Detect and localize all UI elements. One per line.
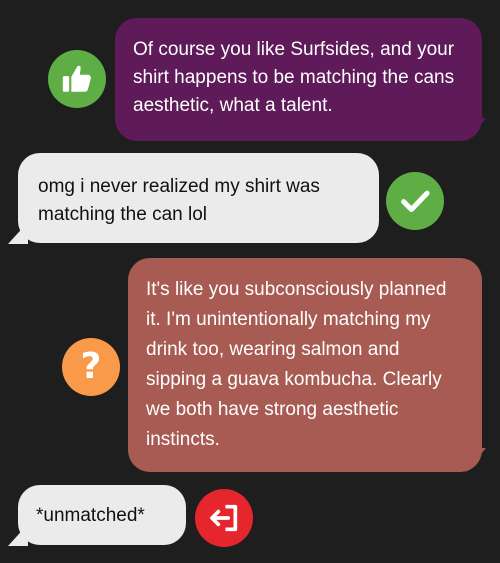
message-text: *unmatched* [36, 505, 145, 526]
message-text: It's like you subconsciously planned it.… [146, 279, 447, 450]
chat-canvas: Of course you like Surfsides, and your s… [0, 0, 500, 563]
message-text: Of course you like Surfsides, and your s… [133, 39, 455, 116]
thumbs-up-icon [48, 50, 106, 108]
bubble-tail [466, 118, 486, 142]
bubble-tail [8, 222, 28, 244]
message-bubble-1: Of course you like Surfsides, and your s… [115, 18, 482, 141]
exit-icon [195, 489, 253, 547]
message-text: omg i never realized my shirt was matchi… [38, 176, 320, 225]
message-bubble-2: omg i never realized my shirt was matchi… [18, 153, 379, 243]
bubble-tail [8, 524, 28, 546]
message-bubble-4: *unmatched* [18, 485, 186, 545]
bubble-tail [466, 448, 486, 472]
message-bubble-3: It's like you subconsciously planned it.… [128, 258, 482, 472]
checkmark-icon [386, 172, 444, 230]
question-mark-icon: ? [62, 338, 120, 396]
